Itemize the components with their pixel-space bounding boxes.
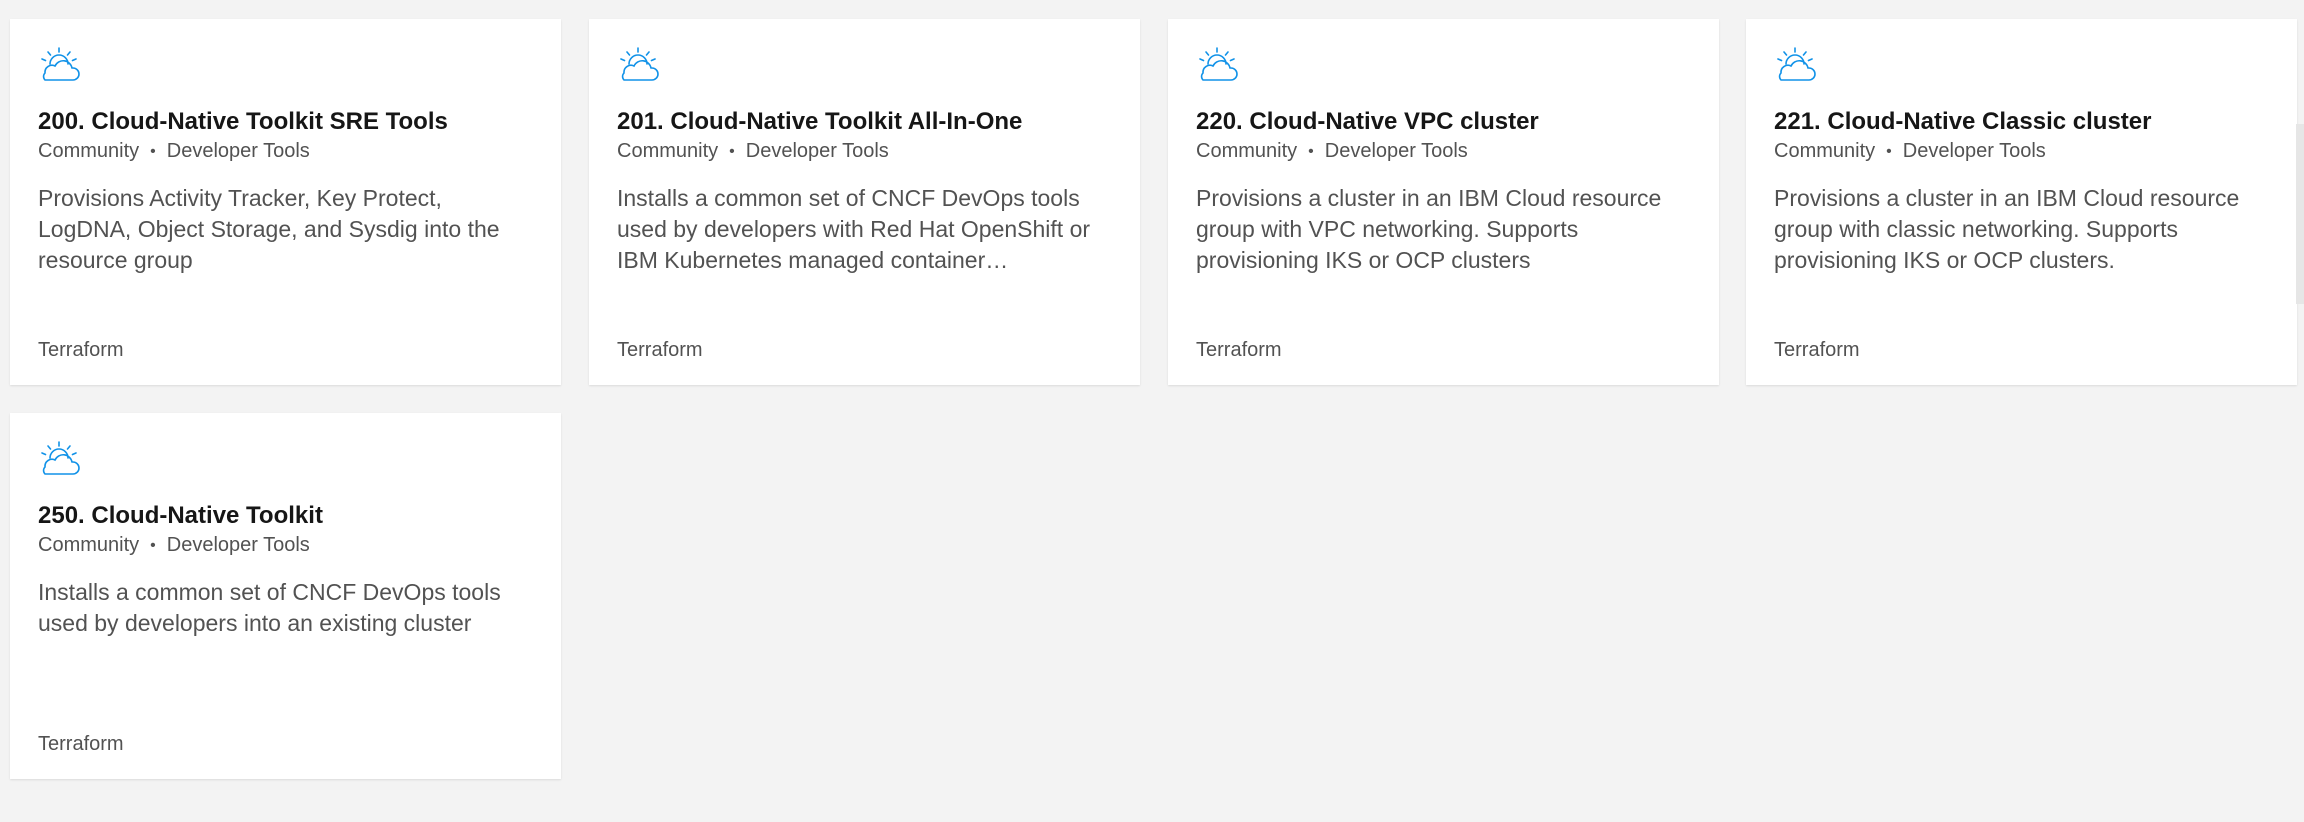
card-type: Terraform: [1774, 339, 1860, 361]
card-category: Developer Tools: [1324, 140, 1468, 162]
separator-dot: •: [150, 143, 156, 160]
separator-dot: •: [729, 143, 735, 160]
card-provider: Community: [1774, 140, 1876, 162]
scrollbar[interactable]: [2296, 124, 2304, 304]
card-description: Provisions a cluster in an IBM Cloud res…: [1196, 185, 1662, 273]
card-type: Terraform: [38, 733, 124, 755]
card-category: Developer Tools: [166, 140, 310, 162]
card-title: 220. Cloud-Native VPC cluster: [1196, 108, 1539, 135]
catalog-card[interactable]: 200. Cloud-Native Toolkit SRE Tools Comm…: [10, 19, 561, 385]
cloud-sun-icon: [37, 439, 81, 477]
card-type: Terraform: [1196, 339, 1282, 361]
separator-dot: •: [1308, 143, 1314, 160]
cloud-sun-icon: [616, 45, 660, 83]
card-category: Developer Tools: [166, 534, 310, 556]
catalog-card[interactable]: 220. Cloud-Native VPC cluster Community •…: [1168, 19, 1719, 385]
catalog-card[interactable]: 221. Cloud-Native Classic cluster Commun…: [1746, 19, 2297, 385]
card-description: Installs a common set of CNCF DevOps too…: [617, 185, 1091, 273]
card-description: Provisions Activity Tracker, Key Protect…: [38, 185, 500, 273]
card-title: 250. Cloud-Native Toolkit: [38, 502, 323, 529]
card-title: 200. Cloud-Native Toolkit SRE Tools: [38, 108, 448, 135]
card-meta: Community • Developer Tools: [1196, 138, 1468, 165]
card-meta: Community • Developer Tools: [38, 138, 310, 165]
card-type: Terraform: [617, 339, 703, 361]
card-provider: Community: [38, 534, 140, 556]
catalog-grid: 200. Cloud-Native Toolkit SRE Tools Comm…: [0, 0, 2304, 822]
card-type: Terraform: [38, 339, 124, 361]
cloud-sun-icon: [1773, 45, 1817, 83]
card-meta: Community • Developer Tools: [38, 532, 310, 559]
card-provider: Community: [617, 140, 719, 162]
cloud-sun-icon: [1195, 45, 1239, 83]
card-meta: Community • Developer Tools: [617, 138, 889, 165]
card-title: 201. Cloud-Native Toolkit All-In-One: [617, 108, 1023, 135]
cloud-sun-icon: [37, 45, 81, 83]
card-category: Developer Tools: [745, 140, 889, 162]
card-title: 221. Cloud-Native Classic cluster: [1774, 108, 2152, 135]
separator-dot: •: [1886, 143, 1892, 160]
catalog-card[interactable]: 250. Cloud-Native Toolkit Community • Deve…: [10, 413, 561, 779]
card-provider: Community: [38, 140, 140, 162]
card-description: Installs a common set of CNCF DevOps too…: [38, 579, 501, 636]
card-description: Provisions a cluster in an IBM Cloud res…: [1774, 185, 2240, 273]
card-provider: Community: [1196, 140, 1298, 162]
card-meta: Community • Developer Tools: [1774, 138, 2046, 165]
catalog-card[interactable]: 201. Cloud-Native Toolkit All-In-One Com…: [589, 19, 1140, 385]
card-category: Developer Tools: [1902, 140, 2046, 162]
separator-dot: •: [150, 537, 156, 554]
